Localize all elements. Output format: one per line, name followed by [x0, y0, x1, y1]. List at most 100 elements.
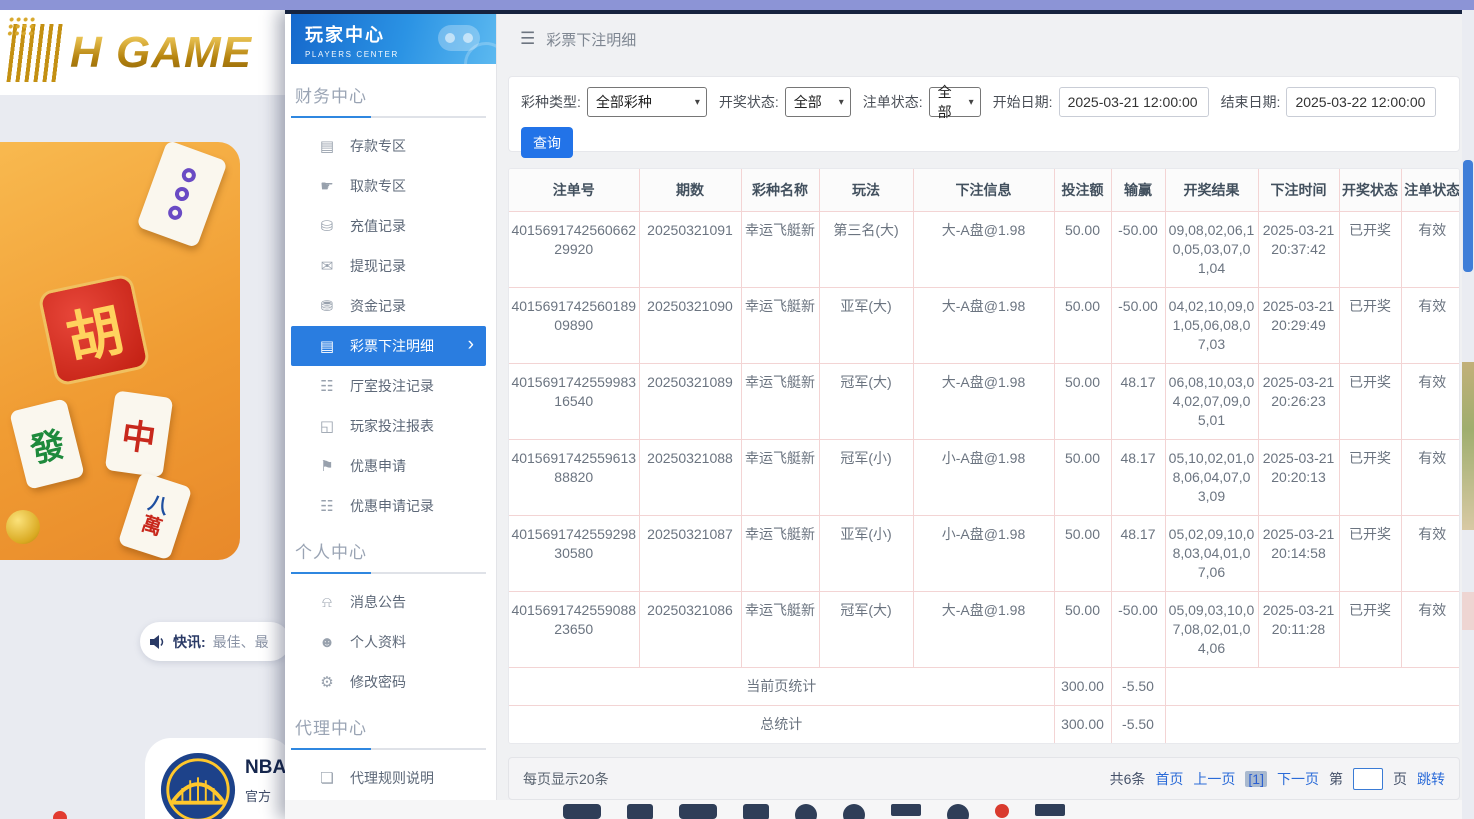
- cell: 幸运飞艇新: [741, 211, 819, 287]
- news-ticker[interactable]: 快讯: 最佳、最: [140, 622, 290, 661]
- sidebar: 玩家中心 PLAYERS CENTER 财务中心 ▤ 存款专区 ☛ 取款专区 ⛁充值记录✉…: [285, 14, 497, 800]
- hamburger-icon[interactable]: ☰: [520, 29, 535, 49]
- ticker-label: 快讯:: [173, 632, 206, 652]
- cell: 48.17: [1111, 515, 1165, 591]
- sidebar-item-label: 存款专区: [350, 136, 406, 156]
- cell: 亚军(小): [819, 515, 913, 591]
- sidebar-item[interactable]: ▤ 存款专区: [291, 126, 486, 166]
- hall-bet-record-icon: ☷: [317, 377, 337, 395]
- gear-icon: ⚙: [317, 673, 337, 691]
- sidebar-header: 玩家中心 PLAYERS CENTER: [291, 14, 496, 64]
- draw-status-select[interactable]: 全部 ▾: [785, 87, 851, 117]
- cell: 幸运飞艇新: [741, 363, 819, 439]
- cell: 冠军(大): [819, 363, 913, 439]
- summary-row: 当前页统计300.00-5.50: [509, 667, 1460, 705]
- deposit-card-icon: ▤: [317, 137, 337, 155]
- warriors-logo-icon: [159, 751, 237, 819]
- current-page-badge[interactable]: [1]: [1245, 771, 1267, 787]
- cell: 04,02,10,09,01,05,06,08,07,03: [1165, 287, 1258, 363]
- sidebar-item[interactable]: ☷优惠申请记录: [291, 486, 486, 526]
- withdraw-hand-icon: ☛: [317, 177, 337, 195]
- sidebar-item-label: 充值记录: [350, 216, 406, 236]
- jump-button[interactable]: 跳转: [1417, 769, 1445, 789]
- cell: 已开奖: [1339, 591, 1401, 667]
- table-header-row: 注单号期数彩种名称玩法下注信息投注额输赢开奖结果下注时间开奖状态注单状态: [509, 169, 1460, 211]
- cell: 有效: [1401, 287, 1460, 363]
- table-row: 40156917425596138882020250321088幸运飞艇新冠军(…: [509, 439, 1460, 515]
- cell: 有效: [1401, 591, 1460, 667]
- column-header: 开奖状态: [1339, 169, 1401, 211]
- cell: 冠军(大): [819, 591, 913, 667]
- cell: 50.00: [1054, 211, 1111, 287]
- scrollbar-thumb[interactable]: [1463, 160, 1473, 272]
- cell: 2025-03-21 20:37:42: [1258, 211, 1339, 287]
- gold-coin: [6, 510, 40, 544]
- cell: 幸运飞艇新: [741, 515, 819, 591]
- promo-banner[interactable]: 胡 中 發 八 萬: [0, 142, 240, 560]
- sidebar-item[interactable]: ⚑优惠申请: [291, 446, 486, 486]
- sidebar-item[interactable]: ⛁充值记录: [291, 206, 486, 246]
- cell: 有效: [1401, 515, 1460, 591]
- cell: 大-A盘@1.98: [913, 363, 1054, 439]
- chevron-down-icon: ▾: [969, 97, 974, 108]
- ticker-text: 最佳、最: [213, 632, 269, 652]
- page-edge-sliver: [1462, 592, 1474, 630]
- filter-panel: 彩种类型: 全部彩种 ▾ 开奖状态: 全部 ▾ 注单状态: 全部 ▾ 开始日期:…: [508, 76, 1460, 152]
- table-row: 40156917425599831654020250321089幸运飞艇新冠军(…: [509, 363, 1460, 439]
- sidebar-item[interactable]: ▤彩票下注明细›: [291, 326, 486, 366]
- user-icon: ☻: [317, 634, 337, 651]
- prev-page-link[interactable]: 上一页: [1193, 769, 1235, 789]
- cell: 小-A盘@1.98: [913, 439, 1054, 515]
- sidebar-item-label: 取款专区: [350, 176, 406, 196]
- section-underline: [291, 116, 486, 118]
- sidebar-item-label: 代理规则说明: [350, 768, 434, 788]
- background-page: H GAME 胡 中 發 八 萬 快讯: 最佳、最: [0, 10, 285, 819]
- summary-win-loss: -5.50: [1111, 667, 1165, 705]
- jump-page-input[interactable]: [1353, 768, 1383, 790]
- cell: 2025-03-21 20:26:23: [1258, 363, 1339, 439]
- table-row: 40156917425590882365020250321086幸运飞艇新冠军(…: [509, 591, 1460, 667]
- sidebar-item-label: 厅室投注记录: [350, 376, 434, 396]
- next-page-link[interactable]: 下一页: [1277, 769, 1319, 789]
- start-date-input[interactable]: [1059, 87, 1209, 117]
- first-page-link[interactable]: 首页: [1155, 769, 1183, 789]
- cell: 50.00: [1054, 591, 1111, 667]
- section-title: 财务中心: [295, 82, 486, 107]
- cell: 48.17: [1111, 363, 1165, 439]
- sidebar-item[interactable]: ❏代理规则说明: [291, 758, 486, 798]
- sidebar-item[interactable]: ✉提现记录: [291, 246, 486, 286]
- column-header: 投注额: [1054, 169, 1111, 211]
- sidebar-item[interactable]: ⍾消息公告: [291, 582, 486, 622]
- cell: 2025-03-21 20:11:28: [1258, 591, 1339, 667]
- cell: 50.00: [1054, 439, 1111, 515]
- summary-bet-total: 300.00: [1054, 667, 1111, 705]
- cell: 50.00: [1054, 287, 1111, 363]
- sidebar-item[interactable]: ☛ 取款专区: [291, 166, 486, 206]
- sidebar-item[interactable]: ◱玩家投注报表: [291, 406, 486, 446]
- jump-suffix-label: 页: [1393, 769, 1407, 789]
- cell: 20250321091: [639, 211, 741, 287]
- page-title: 彩票下注明细: [546, 29, 636, 50]
- cell: 亚军(大): [819, 287, 913, 363]
- total-count: 共6条: [1110, 769, 1146, 789]
- sidebar-item-label: 提现记录: [350, 256, 406, 276]
- draw-status-value: 全部: [794, 92, 822, 112]
- query-button[interactable]: 查询: [521, 127, 573, 158]
- scrollbar[interactable]: [1462, 10, 1474, 819]
- bet-status-select[interactable]: 全部 ▾: [929, 87, 981, 117]
- content-header: ☰ 彩票下注明细: [497, 14, 1462, 64]
- lottery-type-select[interactable]: 全部彩种 ▾: [587, 87, 707, 117]
- sidebar-item[interactable]: ⚙ 修改密码: [291, 662, 486, 702]
- cell: 2025-03-21 20:29:49: [1258, 287, 1339, 363]
- sidebar-item-label: 修改密码: [350, 672, 406, 692]
- cell: -50.00: [1111, 287, 1165, 363]
- sidebar-item[interactable]: ☷ 厅室投注记录: [291, 366, 486, 406]
- nba-card[interactable]: NBA 官方: [145, 738, 293, 819]
- cell: 大-A盘@1.98: [913, 591, 1054, 667]
- cell: 20250321089: [639, 363, 741, 439]
- sidebar-item[interactable]: ⛃资金记录: [291, 286, 486, 326]
- end-date-input[interactable]: [1286, 87, 1436, 117]
- hu-badge: 胡: [37, 273, 151, 387]
- cell: 大-A盘@1.98: [913, 211, 1054, 287]
- sidebar-item[interactable]: ☻个人资料: [291, 622, 486, 662]
